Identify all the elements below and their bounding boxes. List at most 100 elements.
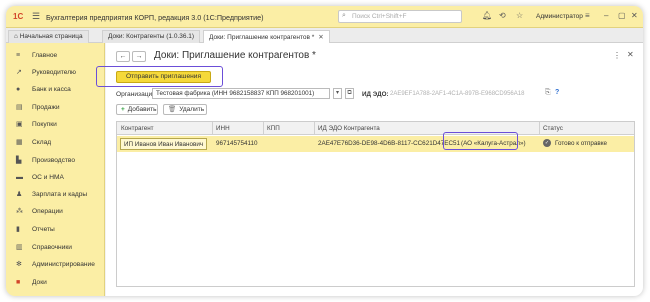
column-header[interactable]: Контрагент [121, 125, 154, 132]
inn-cell[interactable]: 967145754110 [216, 140, 258, 147]
close-window-icon[interactable]: ✕ [631, 11, 638, 20]
sidebar-item-references[interactable]: ▥ Справочники [6, 240, 105, 256]
sidebar: ≡ Главное ↗ Руководителю ● Банк и касса ▤ Пр… [6, 43, 105, 296]
sidebar-item-label: Производство [32, 157, 75, 164]
sidebar-item-label: Банк и касса [32, 86, 71, 93]
title-bar: 1С ☰ Бухгалтерия предприятия КОРП, редак… [6, 6, 643, 28]
sidebar-item-warehouse[interactable]: ▦ Склад [6, 135, 105, 151]
page-title: Доки: Приглашение контрагентов * [154, 50, 316, 61]
status-cell: Готово к отправке [555, 140, 608, 147]
help-icon[interactable]: ? [555, 89, 559, 96]
delete-button[interactable]: 🗑︎ Удалить [163, 104, 207, 115]
sidebar-item-label: ОС и НМА [32, 174, 64, 181]
organization-field[interactable]: Тестовая фабрика (ИНН 9682158837 КПП 968… [152, 88, 330, 99]
factory-icon: ▙ [16, 157, 22, 164]
main-menu-icon[interactable]: ☰ [32, 11, 40, 22]
minimize-icon[interactable]: – [604, 11, 608, 20]
status-check-icon: ✓ [543, 139, 551, 147]
sidebar-item-operations[interactable]: ⁂ Операции [6, 204, 105, 220]
column-header[interactable]: КПП [267, 125, 280, 132]
sidebar-item-purchases[interactable]: ▣ Покупки [6, 117, 105, 133]
column-separator [539, 122, 540, 135]
sales-icon: ▤ [16, 104, 23, 111]
chart-up-icon: ↗ [16, 69, 22, 76]
sidebar-item-administration[interactable]: ✻ Администрирование [6, 257, 105, 273]
column-separator [212, 122, 213, 135]
table-header: Контрагент ИНН КПП ИД ЭДО Контрагента Ст… [117, 122, 634, 135]
sidebar-item-assets[interactable]: ▬ ОС и НМА [6, 170, 105, 186]
counterparties-table: Контрагент ИНН КПП ИД ЭДО Контрагента Ст… [116, 121, 635, 287]
table-row[interactable]: ИП Иванов Иван Иванович 967145754110 2AE… [117, 136, 634, 152]
sidebar-item-label: Администрирование [32, 261, 95, 268]
column-header[interactable]: ИНН [216, 125, 230, 132]
organization-open-button[interactable]: ⧉ [345, 88, 354, 99]
add-button-label: Добавить [127, 106, 157, 113]
bank-icon: ● [16, 86, 21, 93]
app-title: Бухгалтерия предприятия КОРП, редакция 3… [46, 13, 264, 22]
docs-icon: ■ [16, 279, 21, 286]
tab-home[interactable]: ⌂ Начальная страница [8, 30, 89, 43]
tab-label: Доки: Приглашение контрагентов * [209, 34, 315, 41]
sidebar-item-label: Отчеты [32, 226, 55, 233]
send-invitations-button[interactable]: Отправить приглашения [116, 71, 211, 83]
warehouse-icon: ▦ [16, 139, 23, 146]
sidebar-item-label: Справочники [32, 244, 72, 251]
restore-icon[interactable]: ▢ [618, 11, 626, 20]
highlight-frame-operator [443, 132, 518, 150]
sidebar-item-reports[interactable]: ▮ Отчеты [6, 222, 105, 238]
book-icon: ▥ [16, 244, 23, 251]
app-window: 1С ☰ Бухгалтерия предприятия КОРП, редак… [6, 6, 643, 296]
operations-icon: ⁂ [16, 208, 23, 215]
search-input[interactable]: ⌕ Поиск Ctrl+Shift+F [338, 10, 462, 23]
gear-icon: ✻ [16, 261, 22, 268]
tab-invitation[interactable]: Доки: Приглашение контрагентов * ✕ [203, 30, 330, 43]
sidebar-item-manager[interactable]: ↗ Руководителю [6, 65, 105, 81]
sidebar-item-label: Продажи [32, 104, 60, 111]
edo-id-cell[interactable]: 2AE47E76D36-DE98-4D6B-8117-CC621D47EC51 [318, 140, 460, 147]
more-icon[interactable]: ⋮ [613, 51, 621, 60]
tabs-bar: ⌂ Начальная страница Доки: Контрагенты (… [6, 28, 643, 43]
column-separator [263, 122, 264, 135]
add-button[interactable]: + Добавить [116, 104, 158, 115]
delete-button-label: Удалить [179, 106, 205, 113]
edo-id-label: ИД ЭДО: [362, 91, 389, 98]
sidebar-item-label: Покупки [32, 121, 57, 128]
close-form-icon[interactable]: ✕ [627, 50, 634, 59]
copy-icon[interactable]: ⎘ [545, 89, 551, 97]
truck-icon: ▬ [16, 174, 23, 181]
counterparty-cell[interactable]: ИП Иванов Иван Иванович [120, 138, 208, 150]
bar-chart-icon: ▮ [16, 226, 20, 233]
column-header[interactable]: Статус [543, 125, 563, 132]
app-logo: 1С [13, 12, 24, 21]
tab-label: Начальная страница [19, 33, 83, 40]
sidebar-item-sales[interactable]: ▤ Продажи [6, 100, 105, 116]
bell-icon[interactable]: 🔔︎ [482, 11, 492, 20]
organization-dropdown-button[interactable]: ▾ [333, 88, 342, 99]
sidebar-item-main[interactable]: ≡ Главное [6, 48, 105, 64]
sidebar-item-production[interactable]: ▙ Производство [6, 153, 105, 169]
tab-label: Доки: Контрагенты (1.0.36.1) [108, 33, 195, 40]
menu-icon: ≡ [16, 52, 21, 59]
sidebar-item-label: Главное [32, 52, 58, 59]
cart-icon: ▣ [16, 121, 23, 128]
forward-button[interactable]: → [132, 51, 146, 62]
back-button[interactable]: ← [116, 51, 130, 62]
plus-icon: + [121, 106, 125, 113]
edo-id-value: 2AE9EF1A788-2AF1-4C1A-897B-E968CD956A18 [390, 91, 525, 97]
sidebar-item-label: Руководителю [32, 69, 76, 76]
search-icon: ⌕ [342, 12, 346, 19]
sidebar-item-label: Операции [32, 208, 63, 215]
sidebar-item-salary[interactable]: ♟ Зарплата и кадры [6, 187, 105, 203]
sidebar-item-docs[interactable]: ■ Доки [6, 275, 105, 291]
user-name[interactable]: Администратор [536, 13, 583, 20]
column-header[interactable]: ИД ЭДО Контрагента [318, 125, 380, 132]
sidebar-item-bank[interactable]: ● Банк и касса [6, 82, 105, 98]
settings-lines-icon[interactable]: ≡ [585, 11, 590, 20]
history-icon[interactable]: ⟲ [499, 11, 506, 20]
close-tab-icon[interactable]: ✕ [318, 34, 323, 41]
tab-counterparties[interactable]: Доки: Контрагенты (1.0.36.1) [102, 30, 201, 43]
star-icon[interactable]: ☆ [516, 11, 523, 20]
column-separator [314, 122, 315, 135]
search-placeholder: Поиск Ctrl+Shift+F [352, 13, 407, 20]
trash-icon: 🗑︎ [168, 106, 177, 113]
